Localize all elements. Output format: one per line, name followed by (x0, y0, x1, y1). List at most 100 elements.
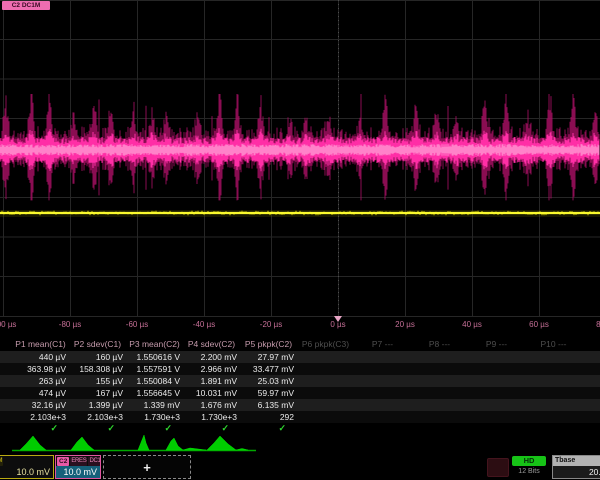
measure-param-header[interactable]: P4 sdev(C2) (183, 338, 240, 351)
waveform-display[interactable] (0, 0, 600, 318)
measure-stat-value (468, 375, 525, 387)
measure-stat-value (354, 387, 411, 399)
measure-stat-value: 32.16 µV (12, 399, 69, 411)
measure-status-check (354, 423, 411, 433)
measure-stat-value: 1.676 mV (183, 399, 240, 411)
measure-stat-value (582, 363, 600, 375)
measure-stat-value: 1.550084 V (126, 375, 183, 387)
xaxis-tick-label: 80 µs (596, 320, 600, 329)
measure-stat-value: 59.97 mV (240, 387, 297, 399)
measure-stat-value: 27.97 mV (240, 351, 297, 363)
measure-stat-value: 1.730e+3 (183, 411, 240, 423)
measure-stat-value (411, 351, 468, 363)
measure-param-header[interactable]: P3 mean(C2) (126, 338, 183, 351)
measure-stat-value: 440 µV (12, 351, 69, 363)
status-bar: C1 DC1M 10.0 mV C2 ERES DC1M 10.0 mV + H… (0, 454, 600, 480)
measure-status-check (411, 423, 468, 433)
measure-column-5: P5 pkpk(C2)27.97 mV33.477 mV25.03 mV59.9… (240, 338, 297, 434)
c1-scale-value: 10.0 mV (0, 466, 53, 479)
waveform-grid[interactable]: C2 DC1M (0, 0, 600, 318)
measure-stat-value (525, 375, 582, 387)
c1-descriptor-box[interactable]: C1 DC1M 10.0 mV (0, 455, 54, 479)
measure-stat-value: 33.477 mV (240, 363, 297, 375)
measure-column-4: P4 sdev(C2)2.200 mV2.966 mV1.891 mV10.03… (183, 338, 240, 434)
measure-stat-value: 158.308 µV (69, 363, 126, 375)
measure-stat-value: 2.103e+3 (12, 411, 69, 423)
measure-column-1: P1 mean(C1)440 µV363.98 µV263 µV474 µV32… (12, 338, 69, 434)
c2-scale-value: 10.0 mV (56, 466, 100, 479)
measure-column-10: P10 --- (525, 338, 582, 434)
measure-column-11: P11 (582, 338, 600, 434)
measure-stat-value: 25.03 mV (240, 375, 297, 387)
measure-stat-value (354, 363, 411, 375)
measure-stat-value: 1.399 µV (69, 399, 126, 411)
measure-stat-value: 160 µV (69, 351, 126, 363)
measure-stat-value (354, 411, 411, 423)
measure-stat-value (468, 363, 525, 375)
measure-stat-value: 2.200 mV (183, 351, 240, 363)
measure-stat-value (582, 399, 600, 411)
measure-param-header[interactable]: P1 mean(C1) (12, 338, 69, 351)
measure-stat-value (297, 351, 354, 363)
measure-status-check (582, 423, 600, 433)
measure-status-check (468, 423, 525, 433)
measure-stat-value: 1.730e+3 (126, 411, 183, 423)
measure-status-check: ✓ (69, 423, 126, 433)
oscilloscope-screen: C2 DC1M -100 µs-80 µs-60 µs-40 µs-20 µs0… (0, 0, 600, 480)
measure-stat-value: 2.103e+3 (69, 411, 126, 423)
measure-stat-value: 1.557591 V (126, 363, 183, 375)
measure-status-check (297, 423, 354, 433)
measure-stat-value (354, 375, 411, 387)
measure-stat-value (411, 411, 468, 423)
xaxis-tick-label: -20 µs (260, 320, 282, 329)
measure-stat-value (297, 363, 354, 375)
c2-eres-badge: ERES (70, 457, 87, 466)
measure-param-header[interactable]: P7 --- (354, 338, 411, 351)
measure-stat-value (468, 399, 525, 411)
measure-stat-value (297, 411, 354, 423)
measure-stat-value (297, 375, 354, 387)
measure-status-check: ✓ (12, 423, 69, 433)
measure-stat-value (354, 351, 411, 363)
measure-stat-value (582, 387, 600, 399)
c2-coupling-badge: DC1M (88, 457, 101, 466)
measure-param-header[interactable]: P5 pkpk(C2) (240, 338, 297, 351)
measure-stat-value (468, 351, 525, 363)
measure-stat-value: 155 µV (69, 375, 126, 387)
measure-param-header[interactable]: P8 --- (411, 338, 468, 351)
measure-param-header[interactable]: P9 --- (468, 338, 525, 351)
measure-stat-value: 1.891 mV (183, 375, 240, 387)
xaxis-tick-label: 40 µs (462, 320, 482, 329)
measure-column-7: P7 --- (354, 338, 411, 434)
measure-stat-value (582, 375, 600, 387)
measure-column-8: P8 --- (411, 338, 468, 434)
measure-stat-value: 263 µV (12, 375, 69, 387)
measure-stat-value (525, 399, 582, 411)
timebase-descriptor-box[interactable]: Tbase 20.0 µs (552, 455, 600, 479)
xaxis-tick-label: 60 µs (529, 320, 549, 329)
measure-stat-value: 1.556645 V (126, 387, 183, 399)
measure-column-6: P6 pkpk(C3) (297, 338, 354, 434)
measure-stat-value: 10.031 mV (183, 387, 240, 399)
measure-stat-value (297, 387, 354, 399)
dimmed-indicator (487, 458, 509, 477)
measure-stat-value: 363.98 µV (12, 363, 69, 375)
measure-table: P1 mean(C1)440 µV363.98 µV263 µV474 µV32… (0, 338, 600, 434)
measure-histicons (0, 434, 600, 452)
measure-stat-value (411, 363, 468, 375)
measure-column-3: P3 mean(C2)1.550616 V1.557591 V1.550084 … (126, 338, 183, 434)
add-trace-button[interactable]: + (103, 455, 191, 479)
measure-param-header[interactable]: P11 (582, 338, 600, 351)
plus-icon: + (104, 456, 190, 478)
c2-descriptor-box[interactable]: C2 ERES DC1M 10.0 mV (55, 455, 101, 479)
measure-param-header[interactable]: P2 sdev(C1) (69, 338, 126, 351)
hd-mode-badge[interactable]: HD (512, 456, 546, 466)
measure-param-header[interactable]: P6 pkpk(C3) (297, 338, 354, 351)
measure-column-2: P2 sdev(C1)160 µV158.308 µV155 µV167 µV1… (69, 338, 126, 434)
measure-stat-value (411, 399, 468, 411)
measure-stat-value: 1.550616 V (126, 351, 183, 363)
measure-stat-value (582, 351, 600, 363)
measure-stat-value: 474 µV (12, 387, 69, 399)
measure-param-header[interactable]: P10 --- (525, 338, 582, 351)
measure-stat-value (297, 399, 354, 411)
